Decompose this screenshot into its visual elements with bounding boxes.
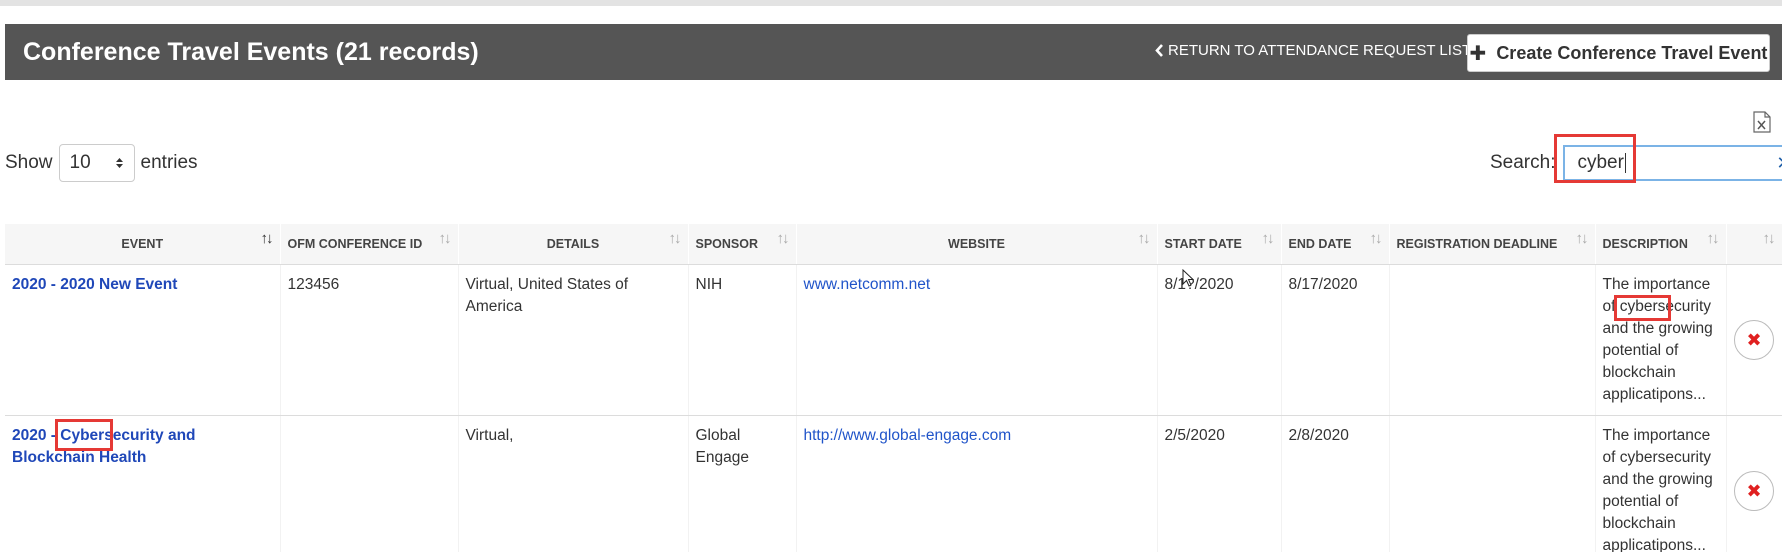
search-highlight-box: [1554, 134, 1636, 183]
column-header-details[interactable]: DETAILS ↑↓: [458, 224, 689, 265]
top-strip: [0, 0, 1782, 6]
start-date-cell: 2/5/2020: [1157, 415, 1282, 552]
mouse-cursor-icon: [1182, 269, 1194, 287]
end-date-cell: 8/17/2020: [1281, 264, 1390, 416]
events-table: EVENT ↑↓ OFM CONFERENCE ID ↑↓ DETAILS ↑↓ SP…: [5, 224, 1782, 552]
deadline-cell: [1389, 415, 1596, 552]
sort-icon: ↑↓: [1369, 230, 1383, 247]
sort-icon: ↑↓: [260, 230, 274, 247]
create-event-button[interactable]: ✚ Create Conference Travel Event: [1467, 34, 1770, 72]
event-link[interactable]: 2020 - 2020 New Event: [12, 276, 177, 293]
sort-icon: ↑↓: [776, 230, 790, 247]
sort-icon: ↑↓: [1762, 230, 1776, 247]
entries-select[interactable]: 10: [58, 144, 135, 182]
column-header-actions[interactable]: ↑↓: [1726, 224, 1782, 265]
event-highlight-box: [55, 419, 113, 451]
chevron-left-icon: [1155, 44, 1163, 57]
delete-button[interactable]: ✖: [1734, 319, 1774, 360]
page-title: Conference Travel Events (21 records): [23, 37, 479, 66]
event-cell: 2020 - 2020 New Event: [5, 264, 281, 416]
website-link[interactable]: http://www.global-engage.com: [804, 427, 1012, 444]
return-link-label: RETURN TO ATTENDANCE REQUEST LIST: [1168, 42, 1472, 59]
entries-length-control: Show 10 entries: [5, 144, 198, 182]
entries-label: entries: [140, 152, 198, 173]
search-label: Search:: [1490, 152, 1556, 173]
close-icon: ✖: [1746, 480, 1762, 501]
delete-button[interactable]: ✖: [1734, 470, 1774, 511]
excel-file-icon[interactable]: [1753, 111, 1771, 133]
select-arrows-icon: [115, 158, 123, 168]
sort-icon: ↑↓: [1261, 230, 1275, 247]
description-cell: The importance of cybersecurity and the …: [1595, 264, 1727, 416]
deadline-cell: [1389, 264, 1596, 416]
return-to-list-link[interactable]: RETURN TO ATTENDANCE REQUEST LIST: [1155, 42, 1471, 59]
website-cell: www.netcomm.net: [796, 264, 1158, 416]
table-header-row: EVENT ↑↓ OFM CONFERENCE ID ↑↓ DETAILS ↑↓ SP…: [5, 224, 1782, 265]
table-row: 2020 - 2020 New Event 123456 Virtual, Un…: [5, 264, 1782, 416]
plus-icon: ✚: [1469, 42, 1487, 65]
column-header-description[interactable]: DESCRIPTION ↑↓: [1595, 224, 1727, 265]
column-header-ofm-id[interactable]: OFM CONFERENCE ID ↑↓: [280, 224, 459, 265]
description-highlight-box: [1614, 295, 1671, 321]
website-cell: http://www.global-engage.com: [796, 415, 1158, 552]
sort-icon: ↑↓: [438, 230, 452, 247]
close-icon: ✖: [1746, 329, 1762, 350]
sort-icon: ↑↓: [1137, 230, 1151, 247]
event-cell: 2020 - Cybersecurity and Blockchain Heal…: [5, 415, 281, 552]
column-header-event[interactable]: EVENT ↑↓: [5, 224, 281, 265]
sort-icon: ↑↓: [1706, 230, 1720, 247]
sponsor-cell: NIH: [688, 264, 797, 416]
column-header-sponsor[interactable]: SPONSOR ↑↓: [688, 224, 797, 265]
page-header: Conference Travel Events (21 records) RE…: [5, 24, 1782, 80]
show-label: Show: [5, 152, 53, 173]
sort-icon: ↑↓: [668, 230, 682, 247]
website-link[interactable]: www.netcomm.net: [804, 276, 931, 293]
entries-value: 10: [69, 152, 91, 173]
column-header-website[interactable]: WEBSITE ↑↓: [796, 224, 1158, 265]
description-cell: The importance of cybersecurity and the …: [1595, 415, 1727, 552]
start-date-cell: 8/1?/2020: [1157, 264, 1282, 416]
sort-icon: ↑↓: [1575, 230, 1589, 247]
sponsor-cell: Global Engage: [688, 415, 797, 552]
column-header-end-date[interactable]: END DATE ↑↓: [1281, 224, 1390, 265]
action-cell: ✖: [1726, 415, 1782, 552]
close-icon[interactable]: ✕: [1776, 153, 1782, 174]
end-date-cell: 2/8/2020: [1281, 415, 1390, 552]
details-cell: Virtual, United States of America: [458, 264, 689, 416]
details-cell: Virtual,: [458, 415, 689, 552]
column-header-start-date[interactable]: START DATE ↑↓: [1157, 224, 1282, 265]
action-cell: ✖: [1726, 264, 1782, 416]
search-control: Search: cyber ✕: [1490, 145, 1782, 181]
column-header-registration-deadline[interactable]: REGISTRATION DEADLINE ↑↓: [1389, 224, 1596, 265]
create-event-label: Create Conference Travel Event: [1496, 42, 1768, 63]
ofm-id-cell: 123456: [280, 264, 459, 416]
table-row: 2020 - Cybersecurity and Blockchain Heal…: [5, 415, 1782, 552]
ofm-id-cell: [280, 415, 459, 552]
